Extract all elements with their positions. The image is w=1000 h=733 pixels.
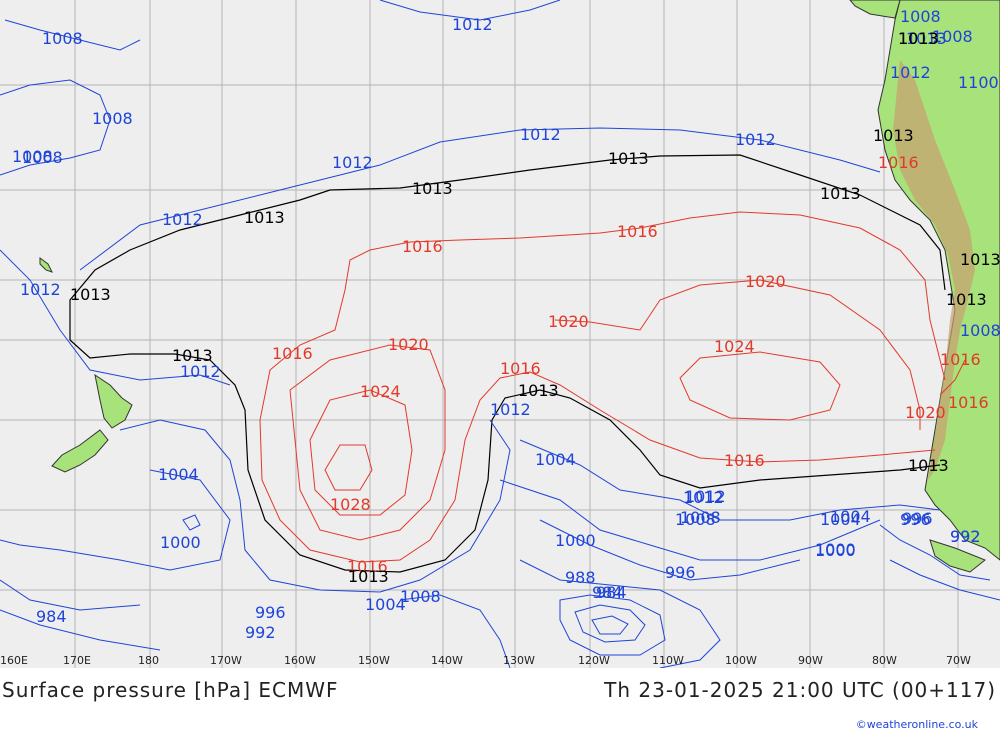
isobar-label-red: 1020 [905,403,946,422]
isobar-label-black: 1013 [518,381,559,400]
isobar-label-black: 1013 [820,184,861,203]
isobar-label-blue: 1012 [452,15,493,34]
isobar-label-black: 1013 [348,567,389,586]
isobar-label-blue: 1000 [160,533,201,552]
isobar-label-blue: 996 [665,563,696,582]
isobar-label-red: 1016 [617,222,658,241]
longitude-label: 120W [578,654,610,667]
isobar-label-blue: 1004 [365,595,406,614]
isobar-label-blue: 996 [255,603,286,622]
isobar-label-black: 1013 [946,290,987,309]
isobar-label-black: 1013 [244,208,285,227]
isobar-label-black: 1013 [898,29,939,48]
isobar-label-red: 1024 [360,382,401,401]
isobar-label-red: 1016 [272,344,313,363]
isobar-label-blue: 984 [36,607,67,626]
longitude-label: 160W [284,654,316,667]
isobar-label-blue: 1004 [535,450,576,469]
isobar-label-blue: 996 [902,509,933,528]
isobar-label-blue: 1012 [20,280,61,299]
longitude-label: 90W [798,654,823,667]
longitude-label: 170E [63,654,91,667]
isobar-label-red: 1016 [940,350,981,369]
isobar-label-red: 1020 [388,335,429,354]
isobar-label-red: 1016 [500,359,541,378]
isobar-label-black: 1013 [70,285,111,304]
isobar-label-red: 1020 [548,312,589,331]
isobar-label-blue: 1000 [815,541,856,560]
credit-link[interactable]: ©weatheronline.co.uk [856,718,978,731]
isobar-label-red: 1020 [745,272,786,291]
isobar-label-red: 1016 [402,237,443,256]
isobar-label-blue: 1008 [42,29,83,48]
isobar-label-black: 1013 [412,179,453,198]
isobar-label-red: 1016 [724,451,765,470]
longitude-label: 140W [431,654,463,667]
forecast-time: Th 23-01-2025 21:00 UTC (00+117) [604,678,996,702]
isobar-label-black: 1013 [873,126,914,145]
isobar-label-blue: 1012 [890,63,931,82]
isobar-label-blue: 1004 [830,507,871,526]
longitude-label: 130W [503,654,535,667]
isobar-label-red: 1016 [948,393,989,412]
longitude-label: 100W [725,654,757,667]
isobar-label-red: 1024 [714,337,755,356]
pressure-map: 1008 1012 1008 1008 1012 1012 1012 1012 1012 1012… [0,0,1000,668]
isobar-label-blue: 1004 [158,465,199,484]
isobar-label-red: 1028 [330,495,371,514]
isobar-label-blue: 1008 [680,508,721,527]
isobar-label-blue: 1012 [735,130,776,149]
isobar-label-blue: 1008 [92,109,133,128]
longitude-label: 150W [358,654,390,667]
isobar-label-red: 1016 [878,153,919,172]
isobar-label-blue: 1012 [490,400,531,419]
isobar-label-black: 1013 [908,456,949,475]
isobar-label-blue: 1100 [958,73,999,92]
map-title: Surface pressure [hPa] ECMWF [2,678,339,702]
isobar-label-blue: 984 [596,583,627,602]
longitude-label: 160E [0,654,28,667]
isobar-label-blue: 1012 [162,210,203,229]
isobar-label-black: 1013 [960,250,1000,269]
longitude-label: 80W [872,654,897,667]
isobar-label-blue: 1008 [960,321,1000,340]
isobar-label-blue: 1012 [685,487,726,506]
map-footer: Surface pressure [hPa] ECMWF Th 23-01-20… [0,668,1000,733]
isobar-label-blue: 1012 [332,153,373,172]
isobar-label-blue: 1008 [12,147,53,166]
longitude-label: 110W [652,654,684,667]
isobar-label-blue: 1000 [555,531,596,550]
longitude-label: 170W [210,654,242,667]
isobar-label-black: 1013 [608,149,649,168]
isobar-label-black: 1013 [172,346,213,365]
isobar-label-blue: 1008 [400,587,441,606]
isobar-label-blue: 1008 [900,7,941,26]
isobar-label-blue: 992 [245,623,276,642]
isobar-label-blue: 988 [565,568,596,587]
isobar-label-blue: 992 [950,527,981,546]
isobar-label-blue: 1012 [520,125,561,144]
longitude-label: 180 [138,654,159,667]
longitude-label: 70W [946,654,971,667]
